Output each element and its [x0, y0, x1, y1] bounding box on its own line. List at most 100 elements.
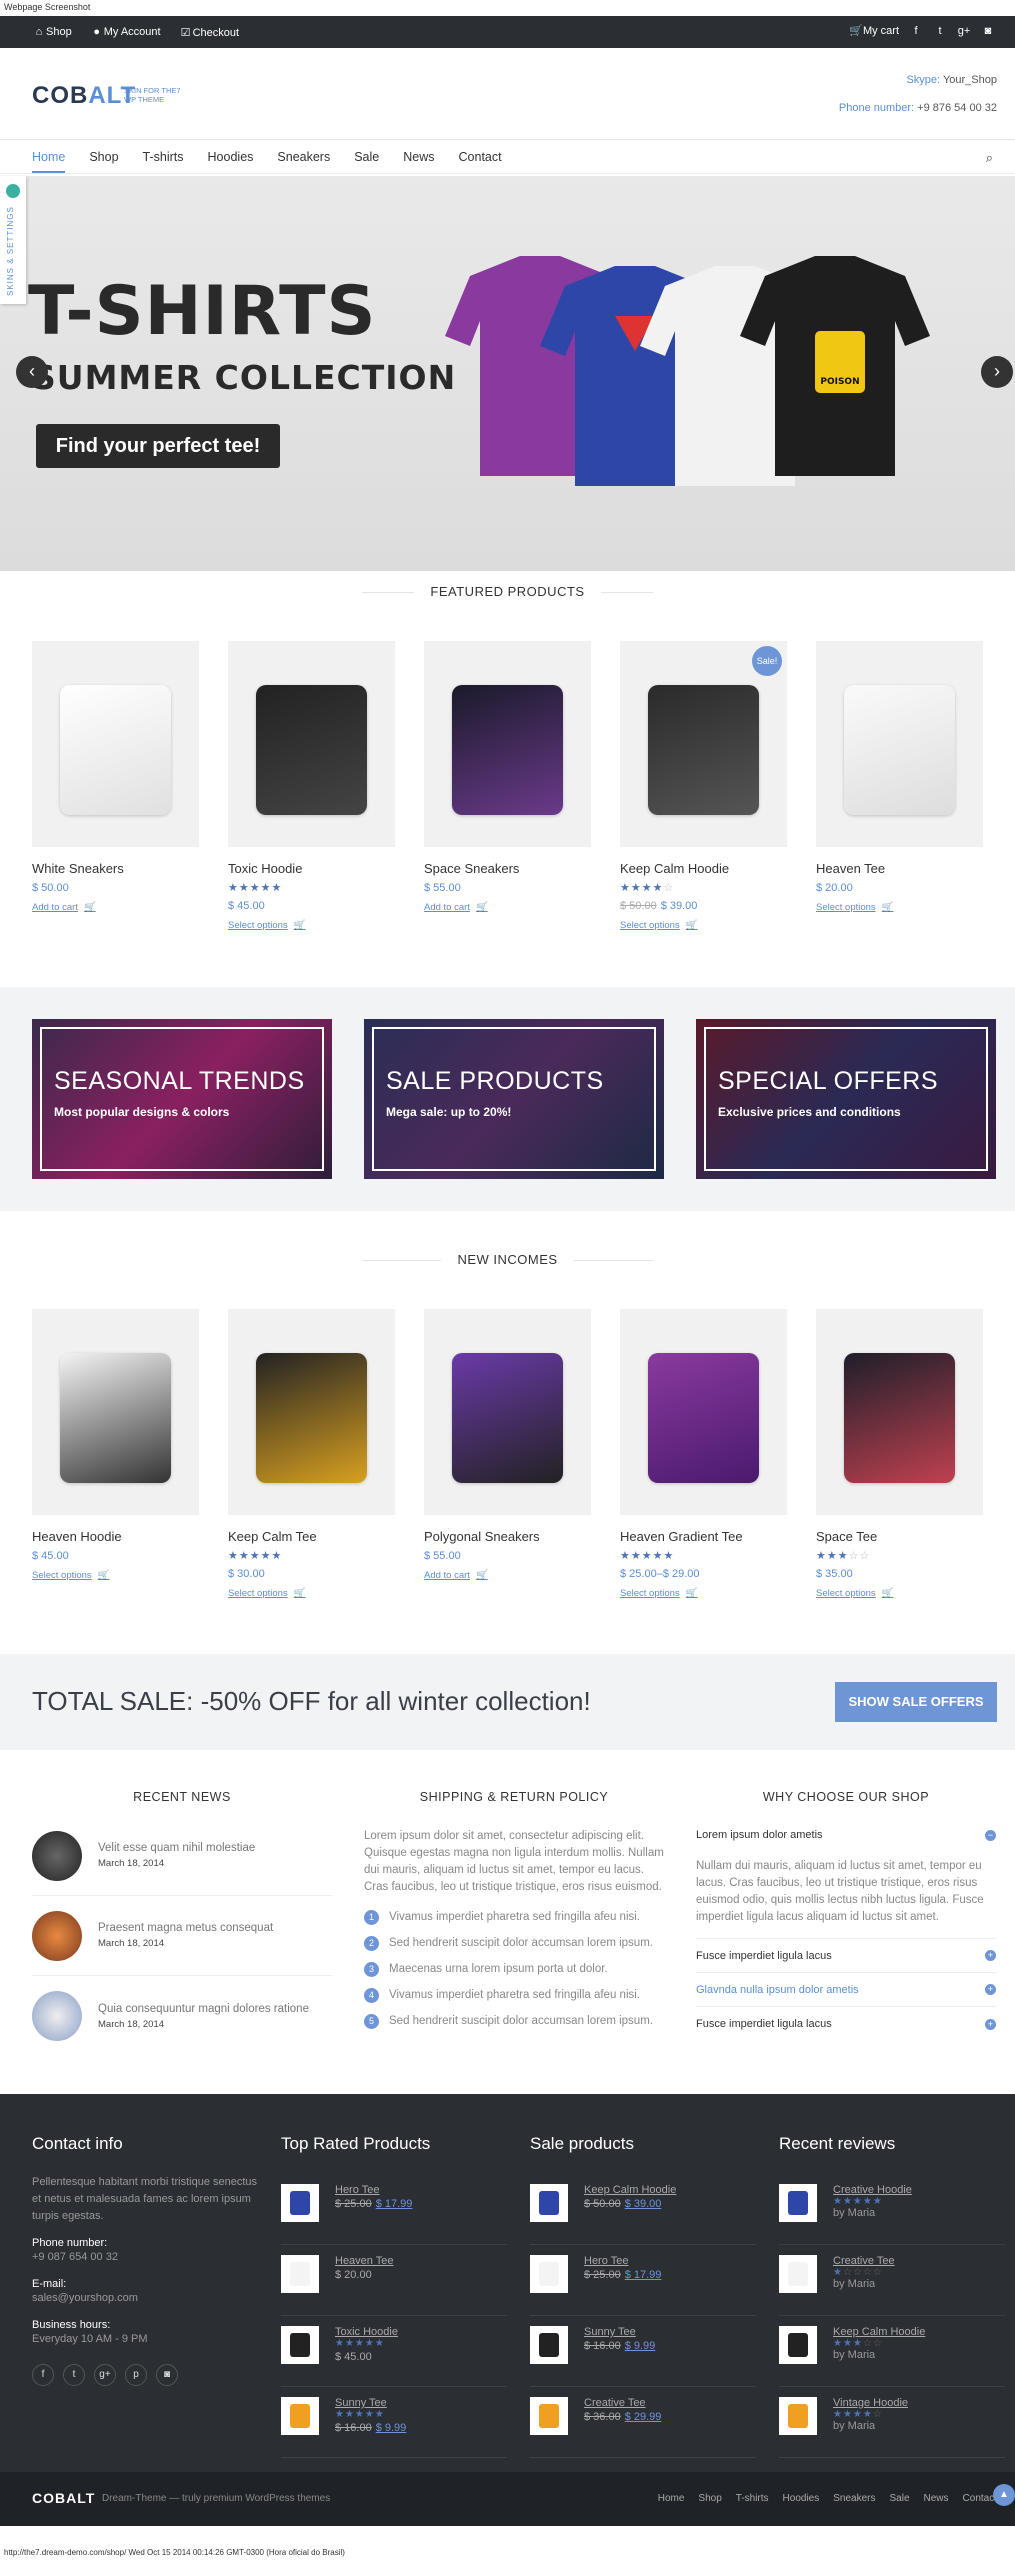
nav-tshirts[interactable]: T-shirts	[143, 150, 184, 173]
bottom-nav-sale[interactable]: Sale	[890, 2493, 910, 2504]
banner-sale-products[interactable]: SALE PRODUCTS Mega sale: up to 20%!	[364, 1019, 664, 1179]
footer-product-thumb[interactable]	[281, 2255, 319, 2293]
product-action-link[interactable]: Select options 🛒	[816, 902, 983, 913]
footer-product-item[interactable]: Hero Tee $ 25.00 $ 17.99	[530, 2245, 756, 2316]
slider-prev-arrow[interactable]: ‹	[16, 356, 48, 388]
product-card[interactable]: Toxic Hoodie ★★★★★ $ 45.00 Select options 🛒	[228, 641, 395, 931]
nav-sneakers[interactable]: Sneakers	[277, 150, 330, 173]
footer-product-item[interactable]: Heaven Tee $ 20.00	[281, 2245, 507, 2316]
product-name[interactable]: Polygonal Sneakers	[424, 1529, 591, 1544]
product-card[interactable]: Polygonal Sneakers $ 55.00 Add to cart 🛒	[424, 1309, 591, 1581]
bottom-logo[interactable]: COBALT	[32, 2490, 95, 2506]
nav-shop[interactable]: Shop	[89, 150, 118, 173]
footer-product-thumb[interactable]	[779, 2184, 817, 2222]
footer-product-item[interactable]: Creative Tee ★☆☆☆☆ by Maria	[779, 2245, 1005, 2316]
product-action-link[interactable]: Add to cart 🛒	[424, 902, 591, 913]
product-name[interactable]: Heaven Tee	[816, 861, 983, 876]
footer-product-thumb[interactable]	[530, 2184, 568, 2222]
banner-special-offers[interactable]: SPECIAL OFFERS Exclusive prices and cond…	[696, 1019, 996, 1179]
instagram-icon[interactable]: ◙	[981, 25, 995, 37]
product-action-link[interactable]: Select options 🛒	[32, 1570, 199, 1581]
nav-home[interactable]: Home	[32, 150, 66, 173]
product-image[interactable]	[424, 1309, 591, 1515]
product-name[interactable]: White Sneakers	[32, 861, 199, 876]
product-name[interactable]: Space Tee	[816, 1529, 983, 1544]
product-card[interactable]: Heaven Hoodie $ 45.00 Select options 🛒	[32, 1309, 199, 1581]
product-card[interactable]: Sale! Keep Calm Hoodie ★★★★☆ $ 50.00 $ 39.00…	[620, 641, 787, 931]
bottom-nav-sneakers[interactable]: Sneakers	[833, 2493, 875, 2504]
nav-news[interactable]: News	[403, 150, 434, 173]
topbar-account-link[interactable]: ● My Account	[90, 26, 160, 39]
product-image[interactable]	[816, 1309, 983, 1515]
footer-product-item[interactable]: Keep Calm Hoodie ★★★☆☆ by Maria	[779, 2316, 1005, 2387]
site-logo[interactable]: COBALT	[32, 82, 136, 110]
news-item[interactable]: Velit esse quam nihil molestiae March 18,…	[32, 1816, 332, 1896]
bottom-nav-shop[interactable]: Shop	[698, 2493, 721, 2504]
facebook-icon[interactable]: f	[32, 2364, 54, 2386]
footer-product-name[interactable]: Toxic Hoodie	[335, 2326, 398, 2338]
product-action-link[interactable]: Select options 🛒	[620, 920, 787, 931]
footer-product-item[interactable]: Sunny Tee $ 16.00 $ 9.99	[530, 2316, 756, 2387]
skins-settings-tab[interactable]: SKINS & SETTINGS	[0, 176, 26, 304]
news-item[interactable]: Praesent magna metus consequat March 18, …	[32, 1896, 332, 1976]
footer-product-item[interactable]: Toxic Hoodie ★★★★★ $ 45.00	[281, 2316, 507, 2387]
footer-product-item[interactable]: Creative Tee $ 36.00 $ 29.99	[530, 2387, 756, 2458]
nav-hoodies[interactable]: Hoodies	[208, 150, 254, 173]
product-card[interactable]: Space Tee ★★★☆☆ $ 35.00 Select options 🛒	[816, 1309, 983, 1599]
footer-product-item[interactable]: Hero Tee $ 25.00 $ 17.99	[281, 2174, 507, 2245]
back-to-top-button[interactable]: ▲	[993, 2484, 1015, 2506]
footer-product-name[interactable]: Sunny Tee	[584, 2326, 655, 2338]
product-image[interactable]	[32, 641, 199, 847]
footer-product-name[interactable]: Hero Tee	[335, 2184, 412, 2196]
hero-cta-button[interactable]: Find your perfect tee!	[36, 424, 280, 468]
footer-product-name[interactable]: Keep Calm Hoodie	[584, 2184, 676, 2196]
footer-product-thumb[interactable]	[779, 2397, 817, 2435]
product-image[interactable]: Sale!	[620, 641, 787, 847]
footer-product-name[interactable]: Sunny Tee	[335, 2397, 406, 2409]
product-image[interactable]	[228, 641, 395, 847]
product-action-link[interactable]: Select options 🛒	[620, 1588, 787, 1599]
footer-product-item[interactable]: Vintage Hoodie ★★★★☆ by Maria	[779, 2387, 1005, 2458]
product-image[interactable]	[424, 641, 591, 847]
topbar-cart-link[interactable]: 🛒My cart	[849, 24, 899, 37]
footer-product-name[interactable]: Vintage Hoodie	[833, 2397, 908, 2409]
footer-product-thumb[interactable]	[530, 2255, 568, 2293]
accordion-item[interactable]: Fusce imperdiet ligula lacus +	[696, 2007, 996, 2041]
footer-product-name[interactable]: Hero Tee	[584, 2255, 661, 2267]
footer-product-name[interactable]: Creative Hoodie	[833, 2184, 912, 2196]
footer-product-name[interactable]: Heaven Tee	[335, 2255, 394, 2267]
product-name[interactable]: Toxic Hoodie	[228, 861, 395, 876]
footer-product-name[interactable]: Creative Tee	[833, 2255, 895, 2267]
banner-seasonal-trends[interactable]: SEASONAL TRENDS Most popular designs & c…	[32, 1019, 332, 1179]
product-action-link[interactable]: Select options 🛒	[816, 1588, 983, 1599]
bottom-nav-contact[interactable]: Contact	[963, 2493, 997, 2504]
show-sale-offers-button[interactable]: SHOW SALE OFFERS	[835, 1682, 997, 1722]
twitter-icon[interactable]: t	[63, 2364, 85, 2386]
nav-contact[interactable]: Contact	[459, 150, 502, 173]
product-card[interactable]: Keep Calm Tee ★★★★★ $ 30.00 Select options 🛒	[228, 1309, 395, 1599]
facebook-icon[interactable]: f	[909, 25, 923, 37]
product-name[interactable]: Keep Calm Hoodie	[620, 861, 787, 876]
instagram-icon[interactable]: ◙	[156, 2364, 178, 2386]
product-name[interactable]: Keep Calm Tee	[228, 1529, 395, 1544]
product-name[interactable]: Heaven Gradient Tee	[620, 1529, 787, 1544]
product-card[interactable]: Heaven Gradient Tee ★★★★★ $ 25.00–$ 29.00 S…	[620, 1309, 787, 1599]
product-card[interactable]: White Sneakers $ 50.00 Add to cart 🛒	[32, 641, 199, 913]
product-action-link[interactable]: Add to cart 🛒	[32, 902, 199, 913]
product-image[interactable]	[620, 1309, 787, 1515]
product-image[interactable]	[816, 641, 983, 847]
news-item[interactable]: Quia consequuntur magni dolores ratione M…	[32, 1976, 332, 2056]
footer-product-thumb[interactable]	[281, 2184, 319, 2222]
footer-product-thumb[interactable]	[530, 2326, 568, 2364]
nav-sale[interactable]: Sale	[354, 150, 379, 173]
footer-email[interactable]: sales@yourshop.com	[32, 2290, 258, 2307]
product-card[interactable]: Heaven Tee $ 20.00 Select options 🛒	[816, 641, 983, 913]
footer-product-thumb[interactable]	[281, 2397, 319, 2435]
bottom-nav-home[interactable]: Home	[658, 2493, 685, 2504]
footer-product-item[interactable]: Sunny Tee ★★★★★ $ 16.00 $ 9.99	[281, 2387, 507, 2458]
bottom-nav-tshirts[interactable]: T-shirts	[736, 2493, 769, 2504]
bottom-nav-hoodies[interactable]: Hoodies	[783, 2493, 820, 2504]
google-plus-icon[interactable]: g+	[957, 25, 971, 37]
accordion-item[interactable]: Fusce imperdiet ligula lacus +	[696, 1939, 996, 1973]
footer-product-item[interactable]: Creative Hoodie ★★★★★ by Maria	[779, 2174, 1005, 2245]
